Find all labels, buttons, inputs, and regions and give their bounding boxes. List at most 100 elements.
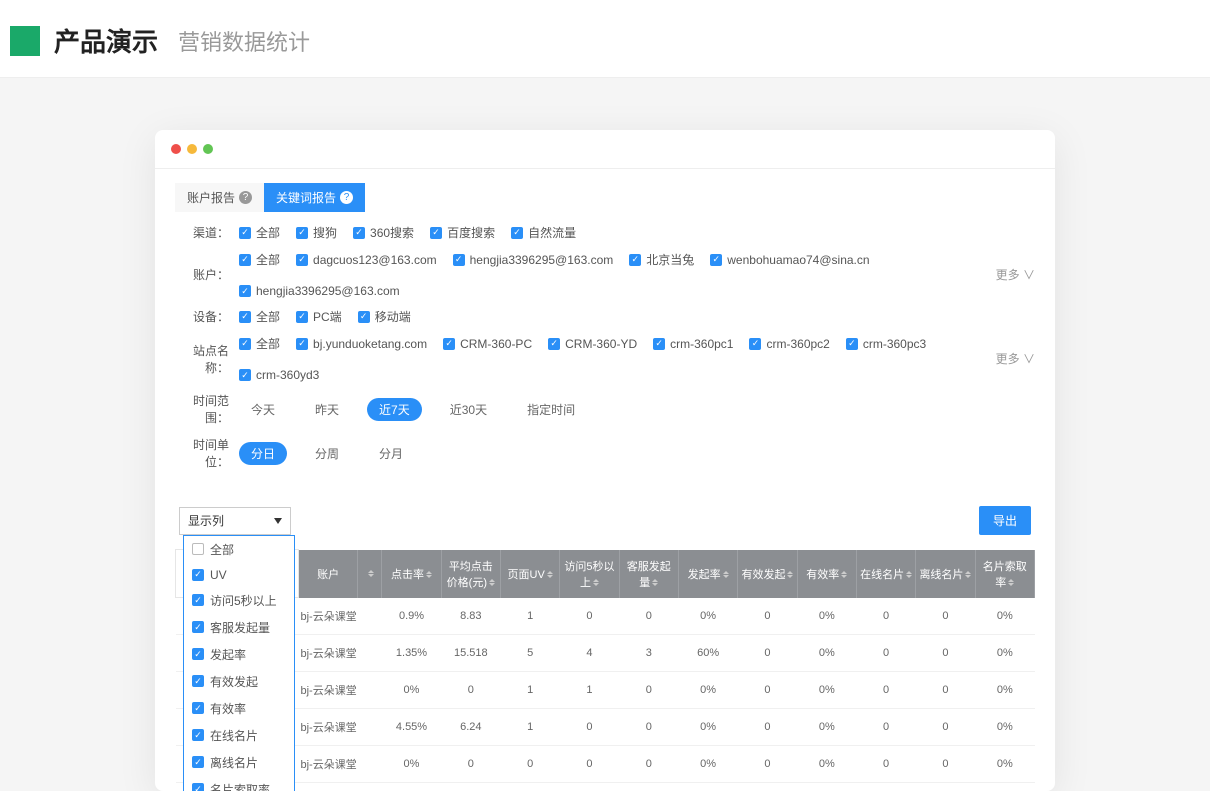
filter-option-label: dagcuos123@163.com [313,253,437,267]
column-option[interactable]: 名片索取率 [184,776,294,791]
table-header-cell[interactable]: 客服发起量 [619,550,678,598]
filter-option[interactable]: 百度搜索 [430,224,495,241]
pill-option[interactable]: 近30天 [438,398,499,421]
filter-option-label: crm-360pc1 [670,337,733,351]
column-select[interactable]: 显示列 [179,507,291,535]
filter-option[interactable]: 全部 [239,251,280,268]
column-option[interactable]: UV [184,563,294,587]
table-header-cell[interactable]: 在线名片 [856,550,915,598]
filter-option[interactable]: hengjia3396295@163.com [453,253,614,267]
export-button[interactable]: 导出 [979,506,1031,535]
table-cell: 6.24 [441,708,500,745]
column-option[interactable]: 有效发起 [184,668,294,695]
sort-icon[interactable] [906,571,912,578]
filter-option[interactable]: 北京当兔 [629,251,694,268]
close-icon[interactable] [171,144,181,154]
table-row[interactable]: bj-云朵课堂0%00000%00%000% [176,745,1035,782]
table-header-cell[interactable]: 发起率 [678,550,737,598]
filter-option[interactable]: dagcuos123@163.com [296,253,437,267]
table-header-cell[interactable]: 有效率 [797,550,856,598]
pill-option[interactable]: 分周 [303,442,351,465]
table-header-cell[interactable]: 有效发起 [738,550,797,598]
pill-option[interactable]: 分日 [239,442,287,465]
table-header-cell[interactable]: 访问5秒以上 [560,550,619,598]
maximize-icon[interactable] [203,144,213,154]
sort-icon[interactable] [368,570,374,577]
filter-option[interactable]: wenbohuamao74@sina.cn [710,253,869,267]
filter-option[interactable]: 搜狗 [296,224,337,241]
pill-option[interactable]: 今天 [239,398,287,421]
table-cell: 0% [975,745,1034,782]
column-dropdown[interactable]: 全部UV访问5秒以上客服发起量发起率有效发起有效率在线名片离线名片名片索取率有效… [183,535,295,791]
table-row[interactable]: bj-云朵课堂0.9%8.831000%00%000% [176,598,1035,635]
filter-option[interactable]: 移动端 [358,308,411,325]
table-header-cell[interactable]: 平均点击价格(元) [441,550,500,598]
filter-option[interactable]: crm-360pc3 [846,337,926,351]
pill-option[interactable]: 指定时间 [515,398,587,421]
sort-icon[interactable] [652,579,658,586]
app-window: 账户报告 ? 关键词报告 ? 渠道：全部搜狗360搜索百度搜索自然流量账户：全部… [155,130,1055,791]
filter-option[interactable]: CRM-360-PC [443,337,532,351]
filter-option[interactable]: crm-360pc1 [653,337,733,351]
table-cell: bj-云朵课堂 [299,671,358,708]
column-option[interactable]: 发起率 [184,641,294,668]
checkbox-icon [239,369,251,381]
table-cell: 0 [560,598,619,635]
pill-option[interactable]: 近7天 [367,398,422,421]
header-label: 有效率 [806,569,839,581]
sort-icon[interactable] [426,571,432,578]
minimize-icon[interactable] [187,144,197,154]
filter-account: 账户：全部dagcuos123@163.comhengjia3396295@16… [175,251,1035,298]
pill-option[interactable]: 昨天 [303,398,351,421]
column-option[interactable]: 客服发起量 [184,614,294,641]
sort-icon[interactable] [841,571,847,578]
column-option[interactable]: 访问5秒以上 [184,587,294,614]
filter-option[interactable]: 全部 [239,224,280,241]
filter-option[interactable]: 全部 [239,335,280,352]
filter-range: 时间范围： 今天昨天近7天近30天指定时间 [175,392,1035,426]
filter-option[interactable]: 自然流量 [511,224,576,241]
filter-option-label: 全部 [256,224,280,241]
column-option[interactable]: 在线名片 [184,722,294,749]
pill-option[interactable]: 分月 [367,442,415,465]
column-option[interactable]: 全部 [184,536,294,563]
sort-icon[interactable] [787,571,793,578]
checkbox-icon [192,675,204,687]
sort-icon[interactable] [723,571,729,578]
sort-icon[interactable] [489,579,495,586]
table-cell: 0 [738,598,797,635]
sort-icon[interactable] [547,571,553,578]
table-header-cell[interactable]: 名片索取率 [975,550,1034,598]
filter-option[interactable]: CRM-360-YD [548,337,637,351]
table-row[interactable]: bj-云朵课堂1.35%15.51854360%00%000% [176,634,1035,671]
tab-account-report[interactable]: 账户报告 ? [175,183,264,212]
filter-option[interactable]: crm-360pc2 [749,337,829,351]
tab-keyword-report[interactable]: 关键词报告 ? [264,183,365,212]
sort-icon[interactable] [965,571,971,578]
sort-icon[interactable] [1008,579,1014,586]
help-icon[interactable]: ? [340,191,353,204]
filter-option[interactable]: 360搜索 [353,224,414,241]
table-header-cell[interactable]: 点击率 [382,550,441,598]
table-header-cell[interactable]: 离线名片 [916,550,975,598]
table-header-cell[interactable]: 账户 [299,550,358,598]
column-option[interactable]: 有效率 [184,695,294,722]
table-header-cell[interactable]: 页面UV [500,550,559,598]
column-option[interactable]: 离线名片 [184,749,294,776]
filter-option[interactable]: bj.yunduoketang.com [296,337,427,351]
filter-option[interactable]: crm-360yd3 [239,368,319,382]
help-icon[interactable]: ? [239,191,252,204]
filter-option[interactable]: PC端 [296,308,342,325]
table-row[interactable]: bj-云朵课堂0%01100%00%000% [176,671,1035,708]
column-option-label: 发起率 [210,646,246,663]
more-toggle[interactable]: 更多 ∨ [996,266,1035,283]
filter-option-label: CRM-360-PC [460,337,532,351]
filter-option[interactable]: hengjia3396295@163.com [239,284,400,298]
table-header-cell[interactable] [358,550,382,598]
more-toggle[interactable]: 更多 ∨ [996,350,1035,367]
filter-option-label: 全部 [256,308,280,325]
table-row[interactable]: bj-云朵课堂4.55%6.241000%00%000% [176,708,1035,745]
sort-icon[interactable] [593,579,599,586]
filter-option[interactable]: 全部 [239,308,280,325]
table-cell: 0.9% [382,598,441,635]
